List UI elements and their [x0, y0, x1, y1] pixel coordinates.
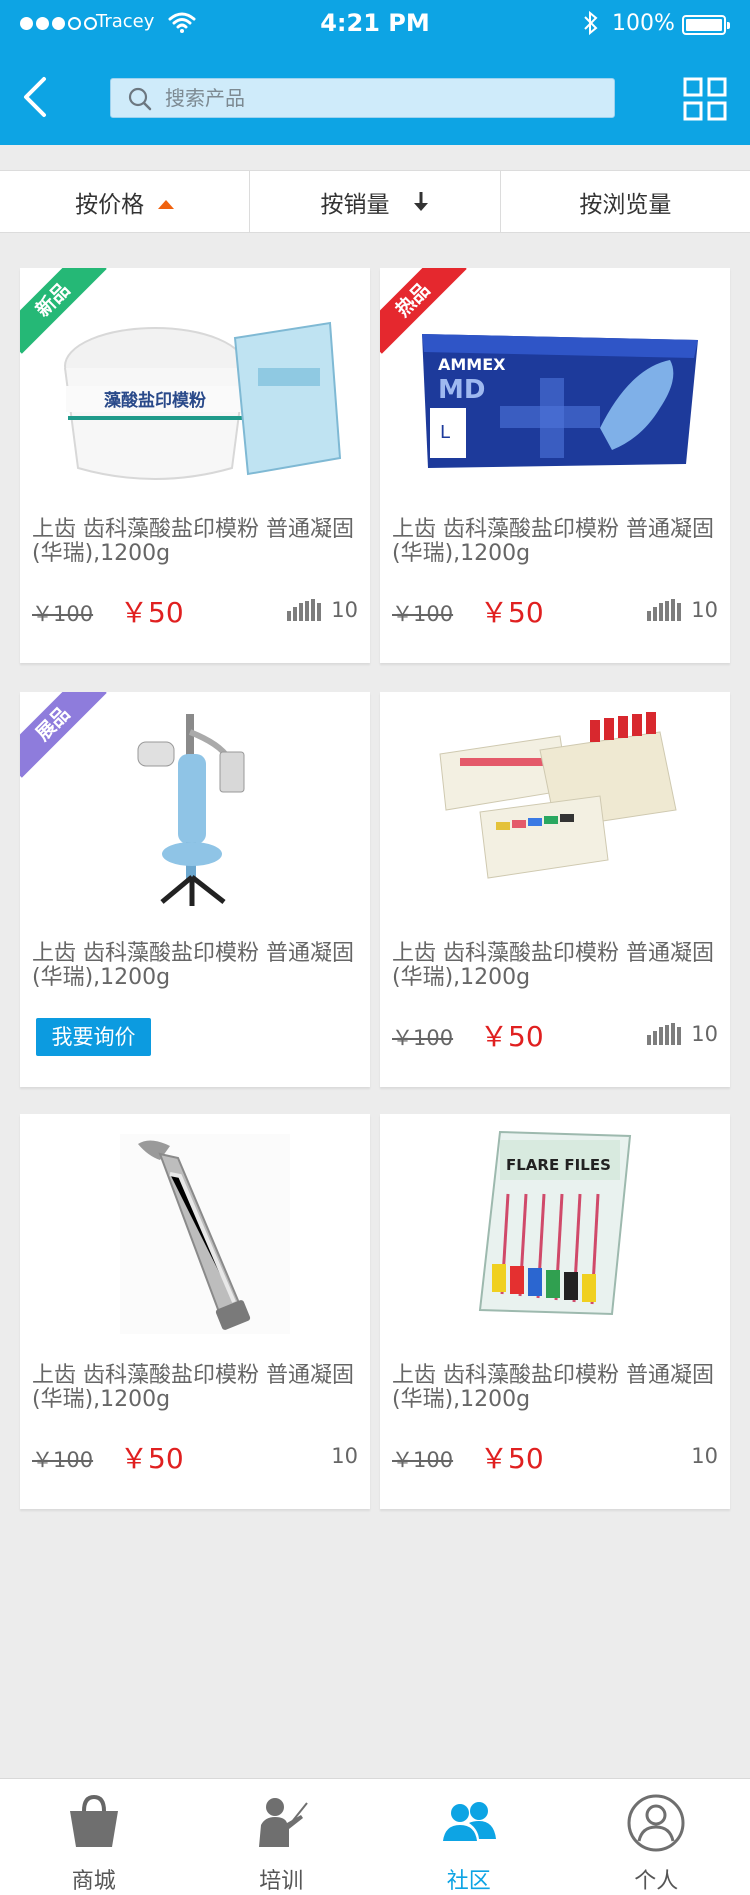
sort-by-views[interactable]: 按浏览量: [499, 171, 750, 232]
product-image: [137, 714, 245, 906]
product-card[interactable]: 上齿 齿科藻酸盐印模粉 普通凝固(华瑞),1200g ￥100 ￥50 10: [380, 692, 730, 1087]
shopping-bag-icon: [69, 1794, 118, 1847]
product-title: 上齿 齿科藻酸盐印模粉 普通凝固(华瑞),1200g: [392, 517, 714, 566]
view-count: 10: [287, 598, 358, 622]
product-image: 藻酸盐印模粉: [64, 321, 342, 480]
view-count-value: 10: [331, 1444, 358, 1468]
original-price: ￥100: [32, 602, 94, 626]
search-box[interactable]: [110, 78, 615, 118]
tab-community[interactable]: 社区: [375, 1779, 563, 1895]
sort-descending-icon: [414, 191, 429, 211]
sale-price: ￥50: [480, 1442, 544, 1475]
tab-training-label: 培训: [259, 1869, 304, 1894]
product-title: 上齿 齿科藻酸盐印模粉 普通凝固(华瑞),1200g: [392, 1363, 714, 1412]
product-2-size: L: [440, 422, 450, 443]
product-1-label: 藻酸盐印模粉: [104, 390, 206, 411]
product-card[interactable]: 藻酸盐印模粉 新品 上齿 齿科藻酸盐印模粉 普通凝固(华瑞),1200g ￥10…: [20, 268, 370, 663]
product-title: 上齿 齿科藻酸盐印模粉 普通凝固(华瑞),1200g: [32, 941, 354, 990]
profile-icon: [627, 1794, 685, 1852]
chart-bars-icon: [647, 1023, 682, 1045]
product-title: 上齿 齿科藻酸盐印模粉 普通凝固(华瑞),1200g: [392, 941, 714, 990]
original-price: ￥100: [392, 1026, 454, 1050]
sort-price-label: 按价格: [75, 191, 145, 218]
chart-bars-icon: [287, 599, 322, 621]
sort-by-price[interactable]: 按价格: [0, 171, 249, 232]
view-count: 10: [331, 1444, 358, 1468]
header: Tracey 4:21 PM 100%: [0, 0, 750, 145]
product-image: AMMEX MD L: [422, 334, 698, 468]
view-count-value: 10: [331, 598, 358, 622]
view-count: 10: [647, 598, 718, 622]
view-count-value: 10: [691, 1444, 718, 1468]
product-card[interactable]: AMMEX MD L 热品 上齿 齿科藻酸盐印模粉 普通凝固(华瑞),1200g…: [380, 268, 730, 663]
tab-community-label: 社区: [446, 1869, 491, 1894]
sort-views-label: 按浏览量: [579, 191, 672, 218]
tab-mall[interactable]: 商城: [0, 1779, 188, 1895]
view-count: 10: [647, 1022, 718, 1046]
tab-bar: 商城 培训 社区 个人: [0, 1778, 750, 1895]
status-bar: Tracey 4:21 PM 100%: [0, 0, 750, 48]
grid-view-icon[interactable]: [683, 77, 727, 121]
tab-training[interactable]: 培训: [188, 1779, 376, 1895]
original-price: ￥100: [392, 602, 454, 626]
product-card[interactable]: 展品 上齿 齿科藻酸盐印模粉 普通凝固(华瑞),1200g 我要询价: [20, 692, 370, 1087]
view-count-value: 10: [691, 1022, 718, 1046]
battery-percent: 100%: [612, 11, 675, 36]
sort-sales-label: 按销量: [320, 191, 390, 218]
teacher-icon: [259, 1798, 309, 1847]
product-image: [439, 712, 677, 879]
sort-by-sales[interactable]: 按销量: [249, 171, 499, 232]
back-button[interactable]: [18, 75, 54, 119]
product-2-brand: AMMEX: [438, 355, 506, 374]
product-card[interactable]: FLARE FILES 上齿 齿科藻酸盐印模粉 普通凝固(华瑞),1200g ￥…: [380, 1114, 730, 1509]
tab-mall-label: 商城: [71, 1869, 116, 1894]
product-image: FLARE FILES: [478, 1130, 632, 1316]
tab-profile-label: 个人: [634, 1869, 679, 1894]
battery-icon: [682, 15, 730, 35]
search-icon: [128, 87, 152, 111]
product-title: 上齿 齿科藻酸盐印模粉 普通凝固(华瑞),1200g: [32, 517, 354, 566]
product-title: 上齿 齿科藻酸盐印模粉 普通凝固(华瑞),1200g: [32, 1363, 354, 1412]
tab-profile[interactable]: 个人: [563, 1779, 750, 1895]
product-6-label: FLARE FILES: [506, 1156, 611, 1174]
bluetooth-icon: [584, 10, 598, 36]
view-count: 10: [691, 1444, 718, 1468]
product-2-model: MD: [438, 375, 485, 405]
view-count-value: 10: [691, 598, 718, 622]
sale-price: ￥50: [120, 596, 184, 629]
sort-bar: 按价格 按销量 按浏览量: [0, 170, 750, 233]
product-card[interactable]: 上齿 齿科藻酸盐印模粉 普通凝固(华瑞),1200g ￥100 ￥50 10: [20, 1114, 370, 1509]
chart-bars-icon: [647, 599, 682, 621]
original-price: ￥100: [32, 1448, 94, 1472]
sale-price: ￥50: [480, 596, 544, 629]
original-price: ￥100: [392, 1448, 454, 1472]
sort-ascending-icon: [158, 200, 175, 209]
product-image: [120, 1134, 290, 1334]
search-input[interactable]: [165, 79, 605, 117]
inquiry-button[interactable]: 我要询价: [36, 1018, 151, 1056]
sale-price: ￥50: [120, 1442, 184, 1475]
sale-price: ￥50: [480, 1020, 544, 1053]
community-icon: [442, 1802, 496, 1841]
